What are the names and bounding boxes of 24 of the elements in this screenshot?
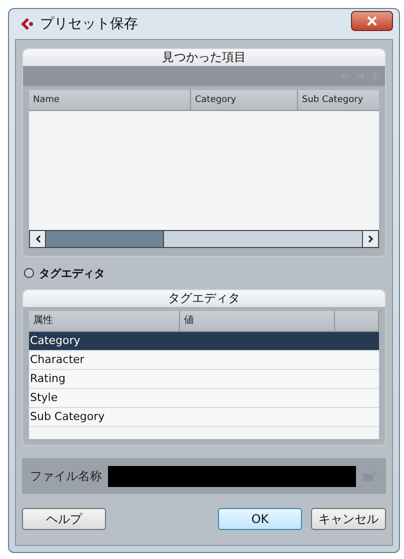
column-header[interactable]: Sub Category (298, 90, 379, 110)
cancel-button[interactable]: キャンセル (311, 508, 386, 530)
column-header[interactable]: Name (29, 90, 191, 110)
chevron-right-icon (368, 235, 374, 243)
column-header[interactable]: 属性 (29, 311, 180, 331)
attribute-row[interactable]: Category (29, 332, 379, 351)
horizontal-scrollbar[interactable] (29, 230, 379, 248)
ok-button[interactable]: OK (218, 508, 302, 530)
file-name-field[interactable] (108, 466, 356, 486)
panel-title: タグエディタ (23, 290, 385, 307)
help-button[interactable]: ヘルプ (22, 508, 106, 530)
scroll-right-button[interactable] (362, 231, 378, 247)
scroll-left-button[interactable] (30, 231, 46, 247)
scroll-thumb[interactable] (46, 231, 164, 247)
radio-button[interactable] (24, 268, 34, 278)
chevron-left-icon (34, 235, 40, 243)
window-title: プリセット保存 (40, 15, 139, 33)
field-label: ファイル名称 (30, 468, 102, 484)
close-button[interactable] (351, 11, 393, 31)
close-icon (366, 16, 378, 26)
column-header[interactable]: Category (191, 90, 298, 110)
column-header[interactable]: 値 (180, 311, 335, 331)
panel-title: 見つかった項目 (23, 49, 385, 66)
radio-label: タグエディタ (39, 266, 105, 280)
